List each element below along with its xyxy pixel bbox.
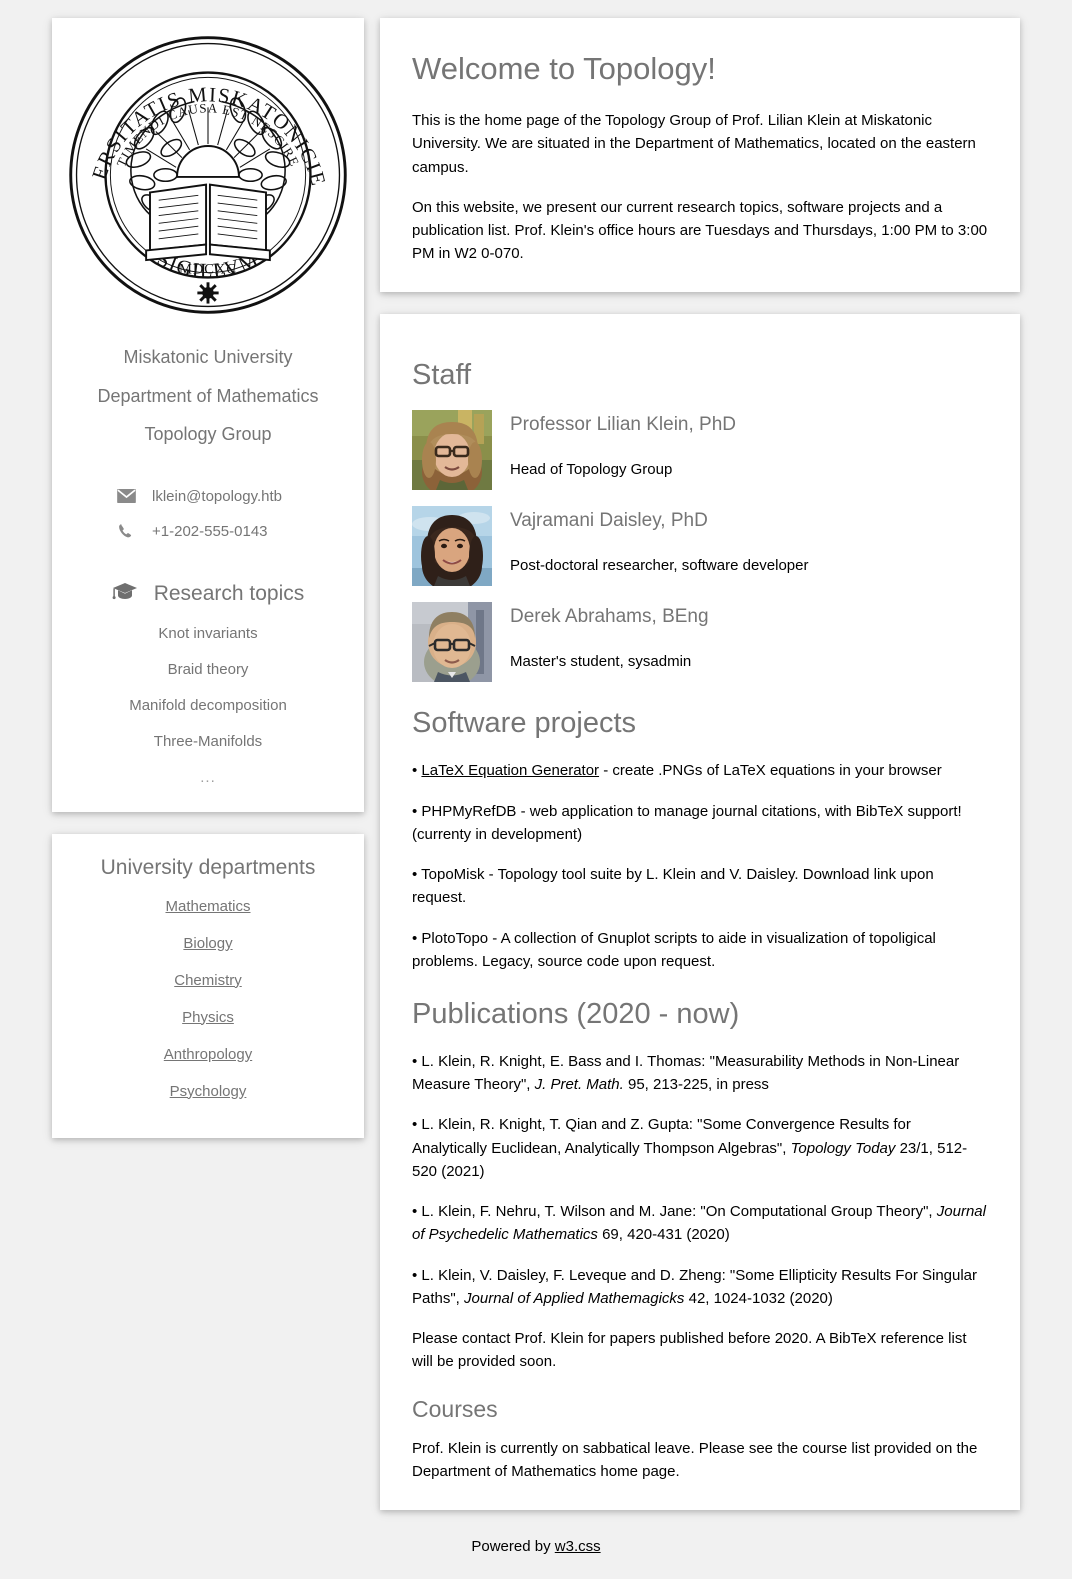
research-topics-list: Knot invariants Braid theory Manifold de… xyxy=(58,625,358,786)
latex-equation-generator-link[interactable]: LaTeX Equation Generator xyxy=(421,762,599,779)
publication-item: • L. Klein, F. Nehru, T. Wilson and M. J… xyxy=(412,1200,988,1247)
department-link-mathematics[interactable]: Mathematics xyxy=(58,898,358,915)
research-topic-item[interactable]: Braid theory xyxy=(58,661,358,678)
publication-authors-title: • L. Klein, F. Nehru, T. Wilson and M. J… xyxy=(412,1203,937,1221)
welcome-paragraph-2: On this website, we present our current … xyxy=(412,198,988,263)
software-item: • LaTeX Equation Generator - create .PNG… xyxy=(412,759,988,782)
welcome-paragraph-1: This is the home page of the Topology Gr… xyxy=(412,112,976,176)
org-line-group: Topology Group xyxy=(144,424,272,444)
contact-email[interactable]: lklein@topology.htb xyxy=(58,488,358,505)
phone-value: +1-202-555-0143 xyxy=(152,522,268,540)
org-line-department: Department of Mathematics xyxy=(97,385,319,406)
publication-details: 69, 420-431 (2020) xyxy=(597,1226,730,1244)
page-footer: Powered by w3.css xyxy=(0,1509,1072,1579)
software-item-text: TopoMisk - Topology tool suite by L. Kle… xyxy=(412,866,934,907)
software-item-text: PHPMyRefDB - web application to manage j… xyxy=(412,802,962,843)
portrait-woman-dark-hair-icon xyxy=(412,506,492,587)
phone-icon xyxy=(114,523,138,539)
w3css-link[interactable]: w3.css xyxy=(555,1538,601,1555)
staff-member-name: Professor Lilian Klein, PhD xyxy=(510,414,736,436)
staff-member-row: Professor Lilian Klein, PhD Head of Topo… xyxy=(412,410,988,491)
contact-block: lklein@topology.htb +1-202-555-0143 xyxy=(58,488,358,540)
envelope-icon xyxy=(114,489,138,503)
portrait-woman-glasses-icon xyxy=(412,410,492,491)
main-content: Welcome to Topology! This is the home pa… xyxy=(380,18,1020,1510)
department-link-chemistry[interactable]: Chemistry xyxy=(58,972,358,989)
software-bullet: • xyxy=(412,866,422,884)
department-link-anthropology[interactable]: Anthropology xyxy=(58,1046,358,1063)
staff-heading: Staff xyxy=(412,358,472,391)
contact-phone[interactable]: +1-202-555-0143 xyxy=(58,523,358,540)
research-topic-item[interactable]: Three-Manifolds xyxy=(58,733,358,750)
publication-item: • L. Klein, R. Knight, E. Bass and I. Th… xyxy=(412,1050,988,1097)
star-icon xyxy=(197,282,219,304)
research-topics-header: Research topics xyxy=(58,582,358,607)
courses-text: Prof. Klein is currently on sabbatical l… xyxy=(412,1440,978,1481)
staff-member-role: Master's student, sysadmin xyxy=(510,653,692,671)
page-title: Welcome to Topology! xyxy=(412,51,716,86)
research-topic-ellipsis: ... xyxy=(200,768,216,786)
publications-note: Please contact Prof. Klein for papers pu… xyxy=(412,1330,967,1371)
portrait-man-glasses-icon xyxy=(412,602,492,683)
software-item: • PlotoTopo - A collection of Gnuplot sc… xyxy=(412,927,988,974)
content-card: Staff Professor Lilian Klein, PhD Head o… xyxy=(380,313,1020,1510)
org-line-university: Miskatonic University xyxy=(123,347,293,367)
publication-item: • L. Klein, R. Knight, T. Qian and Z. Gu… xyxy=(412,1113,988,1183)
software-item-text: PlotoTopo - A collection of Gnuplot scri… xyxy=(412,929,936,970)
publication-item: • L. Klein, V. Daisley, F. Leveque and D… xyxy=(412,1264,988,1311)
footer-prefix: Powered by xyxy=(471,1537,555,1555)
avatar xyxy=(412,410,492,491)
publication-journal: Journal of Applied Mathemagicks xyxy=(464,1289,685,1307)
courses-heading: Courses xyxy=(412,1395,498,1422)
department-link-psychology[interactable]: Psychology xyxy=(58,1083,358,1100)
staff-member-row: Derek Abrahams, BEng Master's student, s… xyxy=(412,602,988,683)
sidebar-departments-card: University departments Mathematics Biolo… xyxy=(52,833,364,1138)
department-link-physics[interactable]: Physics xyxy=(58,1009,358,1026)
university-seal: VNIVERSITATIS MISKATONICIENSIS SIGILLVM … xyxy=(58,24,358,330)
publication-details: 95, 213-225, in press xyxy=(623,1076,769,1094)
publications-heading: Publications (2020 - now) xyxy=(412,998,740,1031)
publication-journal: Topology Today xyxy=(790,1139,896,1157)
sidebar: VNIVERSITATIS MISKATONICIENSIS SIGILLVM … xyxy=(52,18,364,1138)
software-item: • TopoMisk - Topology tool suite by L. K… xyxy=(412,863,988,910)
department-link-biology[interactable]: Biology xyxy=(58,935,358,952)
research-topics-title: Research topics xyxy=(153,582,305,605)
publication-journal: J. Pret. Math. xyxy=(534,1076,624,1094)
welcome-card: Welcome to Topology! This is the home pa… xyxy=(380,18,1020,292)
seal-year: MDCXC xyxy=(179,262,237,278)
staff-member-row: Vajramani Daisley, PhD Post-doctoral res… xyxy=(412,506,988,587)
staff-member-name: Vajramani Daisley, PhD xyxy=(510,510,708,532)
sidebar-profile-card: VNIVERSITATIS MISKATONICIENSIS SIGILLVM … xyxy=(52,18,364,812)
departments-title: University departments xyxy=(100,855,316,879)
departments-list: Mathematics Biology Chemistry Physics An… xyxy=(58,898,358,1130)
email-value: lklein@topology.htb xyxy=(152,487,283,505)
avatar xyxy=(412,602,492,683)
staff-member-name: Derek Abrahams, BEng xyxy=(510,606,709,628)
software-bullet: • xyxy=(412,929,422,947)
research-topic-item[interactable]: Manifold decomposition xyxy=(58,697,358,714)
graduation-cap-icon xyxy=(112,582,138,607)
software-item-text: - create .PNGs of LaTeX equations in you… xyxy=(599,762,942,780)
publication-details: 42, 1024-1032 (2020) xyxy=(684,1289,833,1307)
software-heading: Software projects xyxy=(412,707,637,740)
software-bullet: • xyxy=(412,802,422,820)
staff-member-role: Head of Topology Group xyxy=(510,461,673,479)
avatar xyxy=(412,506,492,587)
university-seal-icon: VNIVERSITATIS MISKATONICIENSIS SIGILLVM … xyxy=(63,30,347,314)
software-item: • PHPMyRefDB - web application to manage… xyxy=(412,800,988,847)
page-layout: VNIVERSITATIS MISKATONICIENSIS SIGILLVM … xyxy=(0,0,1072,1510)
software-bullet: • xyxy=(412,762,422,780)
research-topic-item[interactable]: Knot invariants xyxy=(58,625,358,642)
staff-member-role: Post-doctoral researcher, software devel… xyxy=(510,557,809,575)
